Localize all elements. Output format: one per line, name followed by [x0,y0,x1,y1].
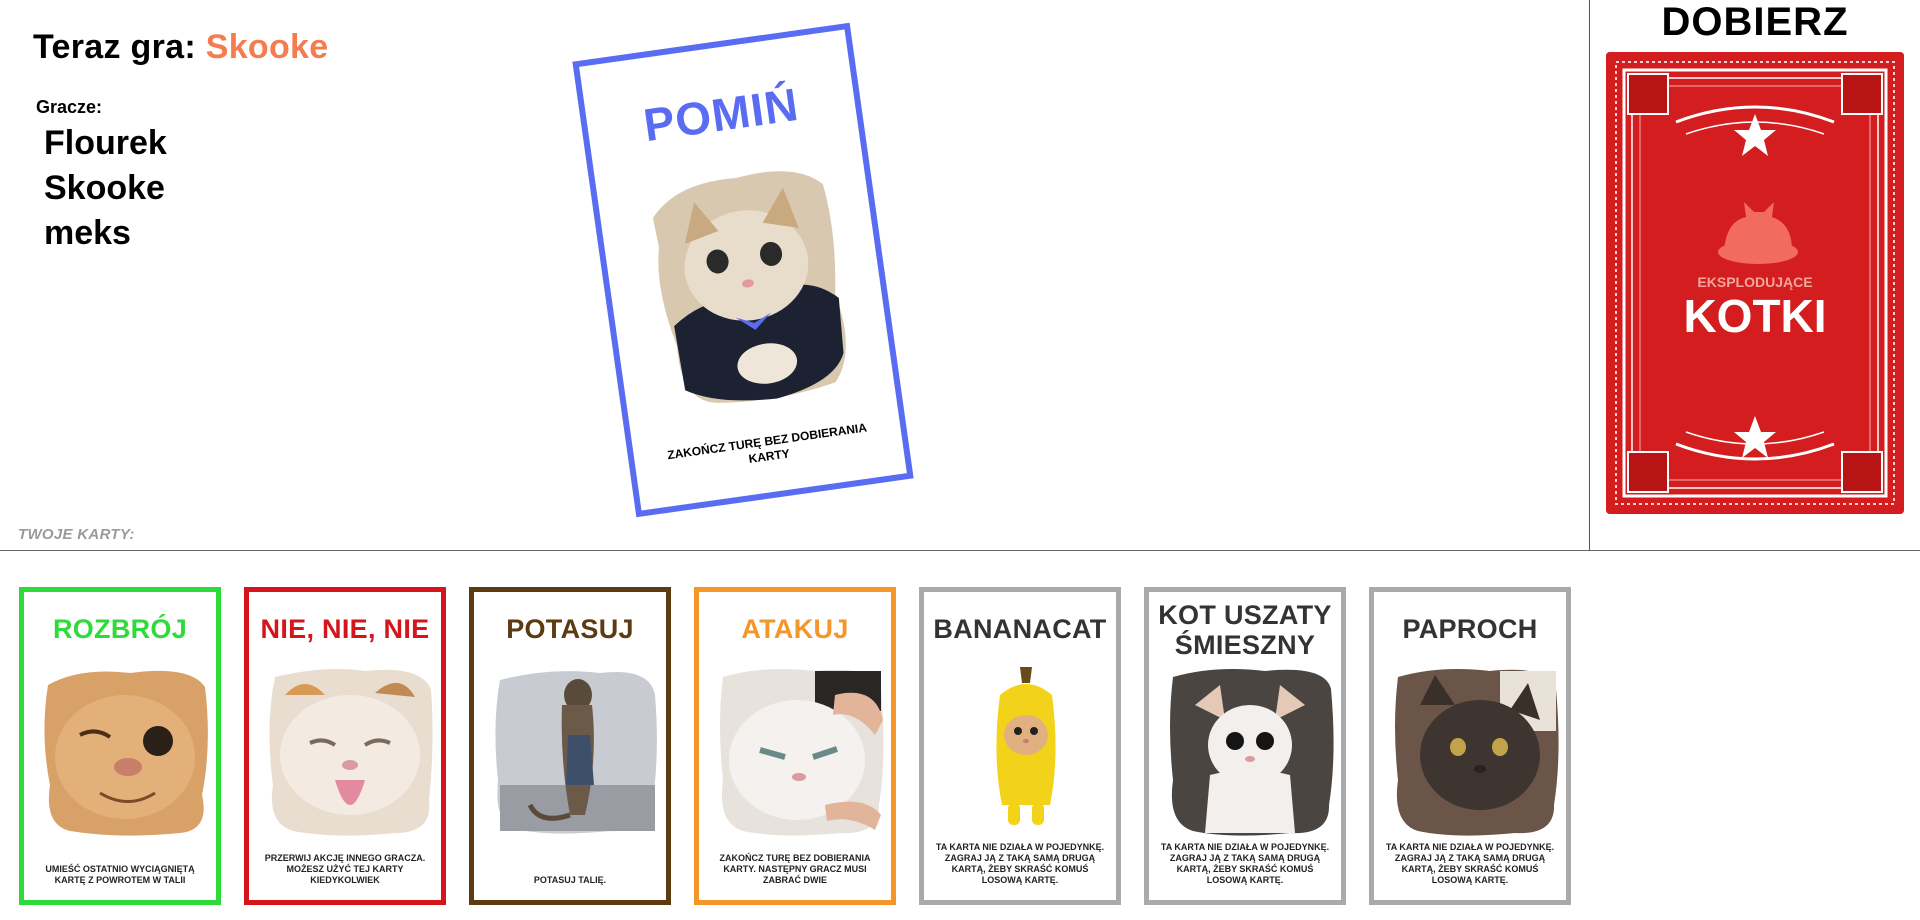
tongue-out-cat-image [269,669,433,836]
hand-card-shuffle[interactable]: POTASUJ POTASUJ TALIĘ. [469,587,671,905]
hand-card-description: UMIEŚĆ OSTATNIO WYCIĄGNIĘTĄ KARTĘ Z POWR… [45,864,195,885]
players-list: Flourek Skooke meks [44,121,167,256]
players-heading: Gracze: [36,97,103,117]
winking-orange-cat-image [44,670,208,836]
current-turn-indicator: Teraz gra: Skooke [33,28,328,67]
card-back-brand-top: EKSPLODUJĄCE [1697,274,1812,290]
draw-area-divider [1589,0,1590,550]
card-back-image: EKSPLODUJĄCE KOTKI [1606,52,1904,514]
hand-divider [0,550,1920,551]
hand-card-title: ATAKUJ [741,614,849,644]
player-name: Skooke [44,169,165,207]
cat-in-suit-image [652,171,846,403]
played-card-title: POMIŃ [640,77,802,152]
hand-card-title: PAPROCH [1402,614,1538,644]
hand-card-attack[interactable]: ATAKUJ ZAKOŃCZ TURĘ BEZ DOBIERANIA KARTY… [694,587,896,905]
card-back-brand-main: KOTKI [1683,290,1826,342]
hand-card-defuse[interactable]: ROZBRÓJ UMIEŚĆ OSTATNIO WYCIĄGNIĘTĄ KART… [19,587,221,905]
big-ears-cat-image [1170,669,1334,836]
played-card-description: ZAKOŃCZ TURĘ BEZ DOBIERANIA KARTY [666,420,868,466]
current-turn-prefix: Teraz gra: [33,28,196,66]
hand-card-description: TA KARTA NIE DZIAŁA W POJEDYNKĘ. ZAGRAJ … [1160,842,1330,885]
played-card-skip: POMIŃ ZAKOŃCZ TURĘ BEZ DOBIERANIA KARTY [572,22,914,518]
hand-card-description: PRZERWIJ AKCJĘ INNEGO GRACZA. MOŻESZ UŻY… [264,853,426,885]
player-name: meks [44,214,131,252]
hand-card-paproch[interactable]: PAPROCH TA KARTA NIE DZIAŁA W POJEDYNKĘ.… [1369,587,1571,905]
player-name: Flourek [44,124,167,162]
hand-card-description: TA KARTA NIE DZIAŁA W POJEDYNKĘ. ZAGRAJ … [935,842,1105,885]
hand-card-nope[interactable]: NIE, NIE, NIE PRZERWIJ AKCJĘ INNEGO GRAC… [244,587,446,905]
game-table: Teraz gra: Skooke Gracze: Flourek Skooke… [0,0,1589,550]
standing-cat-image [495,671,657,834]
hand-card-bananacat[interactable]: BANANACAT TA KARTA NIE DZIAŁA W POJEDYNK… [919,587,1121,905]
hand-card-big-ears-cat[interactable]: KOT USZATY ŚMIESZNY TA KARTA NIE DZIAŁA … [1144,587,1346,905]
banana-cat-image [996,667,1056,825]
hand-label: TWOJE KARTY: [18,526,135,543]
hand-card-description: POTASUJ TALIĘ. [533,875,607,885]
hand-card-title: KOT USZATY ŚMIESZNY [1158,600,1332,660]
hand-card-title: BANANACAT [933,614,1107,644]
hand-card-title: POTASUJ [506,614,634,644]
current-player-name: Skooke [205,28,329,66]
draw-pile[interactable]: EKSPLODUJĄCE KOTKI [1606,52,1904,514]
angry-white-cat-image [720,669,884,836]
hand-card-title: NIE, NIE, NIE [260,614,430,644]
draw-pile-title: DOBIERZ [1661,0,1849,44]
hand-card-description: ZAKOŃCZ TURĘ BEZ DOBIERANIA KARTY. NASTĘ… [719,853,871,885]
hand-card-description: TA KARTA NIE DZIAŁA W POJEDYNKĘ. ZAGRAJ … [1385,842,1555,885]
hand-card-title: ROZBRÓJ [52,614,188,644]
dark-tabby-cat-image [1395,669,1559,836]
